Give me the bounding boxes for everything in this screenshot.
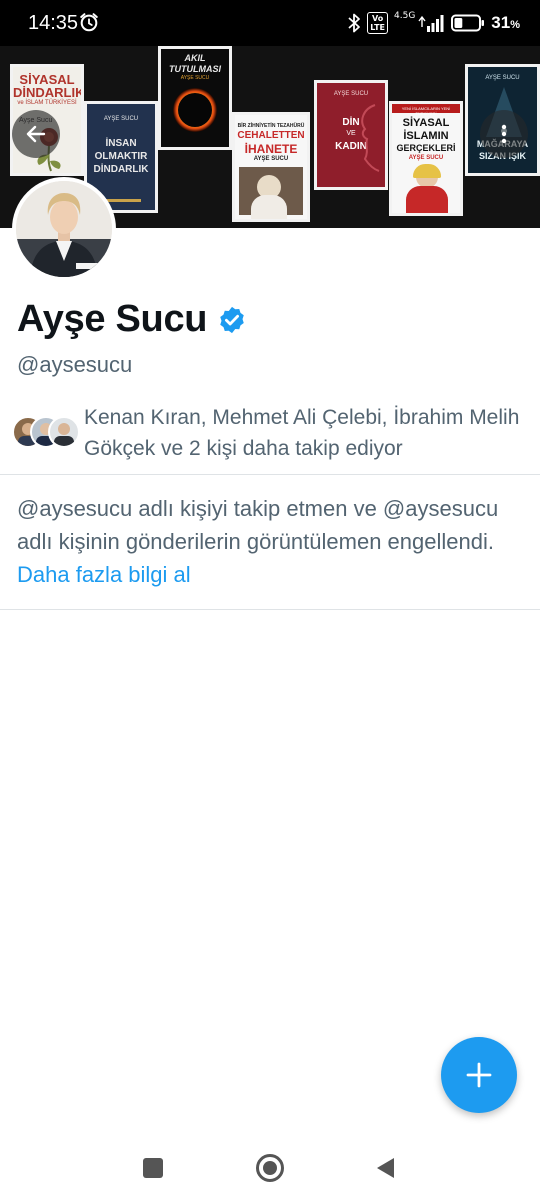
battery-icon: [451, 14, 485, 32]
avatar[interactable]: [12, 177, 116, 281]
status-time: 14:35: [28, 12, 79, 34]
display-name: Ayşe Sucu: [17, 298, 208, 340]
learn-more-link[interactable]: Daha fazla bilgi al: [17, 562, 191, 587]
follower-avatars: [12, 416, 82, 448]
book-cover-akil-tutulmasi: AKIL TUTULMASI AYŞE SUCU: [158, 46, 232, 150]
system-back-button[interactable]: [374, 1156, 396, 1180]
home-button[interactable]: [256, 1154, 284, 1182]
blocked-notice: @aysesucu adlı kişiyi takip etmen ve @ay…: [17, 492, 527, 591]
battery-percent: 31%: [491, 13, 520, 32]
system-navigation-bar: [0, 1132, 540, 1200]
verified-badge-icon[interactable]: [217, 305, 247, 335]
divider: [0, 609, 540, 610]
followers-you-know[interactable]: Kenan Kıran, Mehmet Ali Çelebi, İbrahim …: [12, 402, 532, 466]
network-type: 4.5G: [394, 11, 416, 21]
volte-badge: Vo LTE: [367, 12, 388, 34]
arrow-left-icon: [26, 125, 46, 143]
avatar-portrait: [16, 181, 112, 277]
profile-silhouette: [361, 104, 380, 172]
eclipse-illustration: [173, 88, 217, 132]
signal-icon: [418, 15, 444, 32]
back-button[interactable]: [12, 110, 60, 158]
status-bar: 14:35 Vo LTE 4.5G 31%: [0, 0, 540, 46]
book-cover-siyasal-islamin-gercekleri: YENİ İSLAMCILARIN YENİ TÜRKİYESİ SİYASAL…: [389, 101, 463, 216]
alarm-icon: [80, 13, 98, 32]
followers-you-know-text: Kenan Kıran, Mehmet Ali Çelebi, İbrahim …: [84, 406, 520, 460]
divider: [0, 474, 540, 475]
bluetooth-icon: [348, 13, 361, 33]
blocked-notice-text: @aysesucu adlı kişiyi takip etmen ve @ay…: [17, 496, 499, 554]
book-cover-din-ve-kadin: AYŞE SUCU DİN VE KADIN: [314, 80, 388, 190]
book-cover-cehaletten-ihanete: BİR ZİHNİYETİN TEZAHÜRÜ CEHALETTEN İHANE…: [232, 112, 310, 222]
recent-apps-button[interactable]: [143, 1158, 163, 1178]
display-name-row: Ayşe Sucu: [17, 298, 247, 341]
more-vertical-icon: [501, 124, 507, 144]
more-options-button[interactable]: [480, 110, 528, 158]
handle: @aysesucu: [17, 352, 133, 377]
follower-avatar: [48, 416, 80, 448]
plus-icon: [466, 1062, 492, 1088]
compose-button[interactable]: [441, 1037, 517, 1113]
